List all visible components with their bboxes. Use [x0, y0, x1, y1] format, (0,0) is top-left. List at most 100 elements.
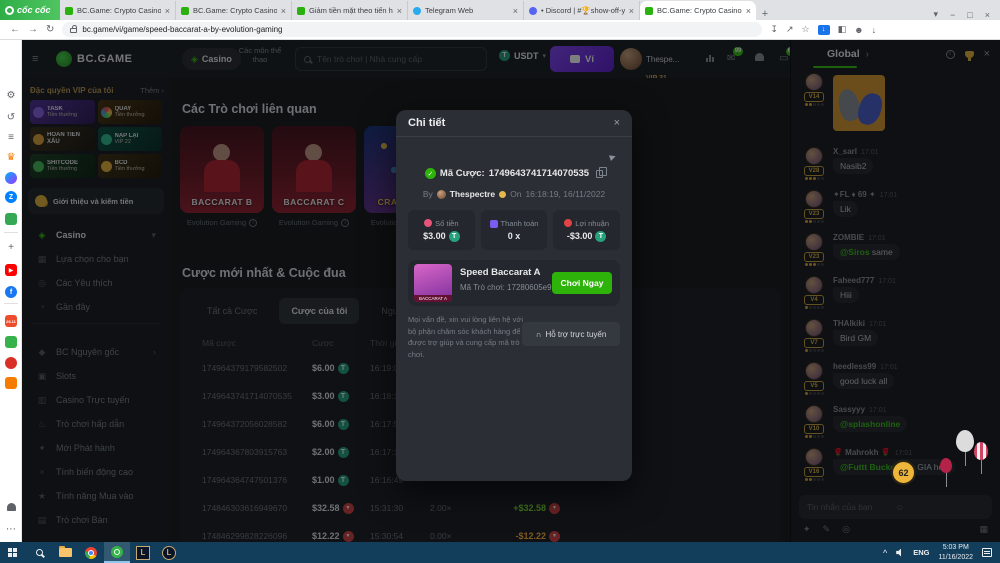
browser-toolbar: ← → ↻ bc.game/vi/game/speed-baccarat-a-b… [0, 20, 1000, 40]
stat-box-amount: Số tiền$3.00T [408, 210, 475, 250]
add-app-icon[interactable]: + [4, 240, 18, 254]
coccoc-crown-icon[interactable]: ♛ [4, 150, 18, 164]
youtube-icon[interactable]: ▶ [4, 263, 18, 277]
stat-box-payout: Thanh toán 0 x [481, 210, 548, 250]
games-icon[interactable] [4, 212, 18, 226]
download-active-icon[interactable]: ↓ [818, 25, 830, 35]
copy-bet-id-icon[interactable] [596, 170, 603, 178]
profit-icon [564, 219, 572, 227]
bookmark-star-icon[interactable]: ☆ [801, 24, 809, 35]
browser-tab[interactable]: BC.Game: Crypto Casino Gam × [176, 1, 292, 20]
bcgame-favicon-icon [65, 7, 73, 15]
browser-tabstrip: cốc cốc BC.Game: Crypto Casino Gam×BC.Ga… [0, 0, 1000, 20]
profile-icon[interactable]: ☻ [854, 25, 863, 35]
tab-title: Telegram Web [425, 6, 509, 15]
shopping-bag-icon[interactable] [4, 335, 18, 349]
tab-title: BC.Game: Crypto Casino Gam [193, 6, 277, 15]
tab-title: BC.Game: Crypto Casino Gam [77, 6, 161, 15]
settings-gear-icon[interactable]: ⚙ [4, 88, 18, 102]
zalo-icon[interactable]: Z [4, 190, 18, 204]
notification-bell-icon[interactable] [4, 500, 18, 514]
stat-value: 0 x [508, 231, 521, 241]
new-tab-button[interactable]: + [756, 8, 774, 20]
tab-close-icon[interactable]: × [513, 6, 518, 16]
maximize-icon[interactable]: □ [967, 10, 972, 20]
coccoc-logo-icon [5, 6, 14, 15]
stat-label: Thanh toán [501, 219, 539, 228]
live-support-button[interactable]: ∩ Hỗ trợ trực tuyến [522, 322, 620, 346]
reload-icon[interactable]: ↻ [46, 24, 54, 35]
game-id-label: Mã Trò chơi: [460, 283, 505, 292]
start-button[interactable] [0, 542, 26, 563]
tab-close-icon[interactable]: × [397, 6, 402, 16]
tab-close-icon[interactable]: × [629, 6, 634, 16]
browser-tab[interactable]: • Discord | #🏆show-off-you × [524, 1, 640, 20]
facebook-icon[interactable]: f [4, 285, 18, 299]
tab-title: BC.Game: Crypto Casino Gam [657, 6, 742, 15]
downloads-icon[interactable]: ↓ [872, 25, 877, 35]
player-avatar [437, 190, 446, 199]
browser-tab[interactable]: BC.Game: Crypto Casino Gam × [640, 1, 756, 20]
tab-close-icon[interactable]: × [746, 6, 751, 16]
coccoc-brand-label: cốc cốc [17, 5, 51, 15]
minimize-icon[interactable]: − [950, 10, 955, 20]
promo-hat-icon[interactable] [4, 356, 18, 370]
more-options-icon[interactable]: ⋯ [4, 522, 18, 536]
taskbar-search-icon[interactable] [26, 542, 52, 563]
balloon-decoration [974, 442, 988, 460]
action-center-icon[interactable] [982, 548, 992, 557]
tab-title: • Discord | #🏆show-off-you [541, 6, 625, 15]
bcgame-site: ≡ BC.GAME ◈Casino Các môn thể thao Tên t… [22, 40, 1000, 542]
close-window-icon[interactable]: × [985, 10, 990, 20]
modal-header: Chi tiết × [396, 110, 632, 137]
usdt-coin-icon: T [595, 231, 606, 242]
system-tray: ^ ENG 5:03 PM 11/16/2022 [883, 543, 1000, 561]
game-thumbnail: BACCARAT A [414, 264, 452, 302]
cart-icon[interactable] [4, 376, 18, 390]
chrome-icon[interactable] [78, 542, 104, 563]
speaker-icon[interactable] [896, 549, 904, 557]
play-now-button[interactable]: Chơi Ngay [552, 272, 612, 294]
windows-taskbar: L L ^ ENG 5:03 PM 11/16/2022 [0, 542, 1000, 563]
tab-close-icon[interactable]: × [165, 6, 170, 16]
stat-box-profit: Lợi nhuận-$3.00T [553, 210, 620, 250]
tray-expand-icon[interactable]: ^ [883, 548, 887, 558]
reading-list-icon[interactable]: ≡ [4, 130, 18, 144]
browser-tab[interactable]: BC.Game: Crypto Casino Gam × [60, 1, 176, 20]
lock-icon [70, 28, 77, 33]
tab-search-icon[interactable]: ▾ [934, 9, 939, 20]
modal-close-icon[interactable]: × [614, 117, 620, 129]
share-icon[interactable]: ↗ [786, 24, 794, 35]
support-note: Mọi vấn đề, xin vui lòng liên hệ với bộ … [408, 314, 528, 361]
tabs-container: BC.Game: Crypto Casino Gam×BC.Game: Cryp… [60, 1, 774, 20]
coccoc-taskbar-icon[interactable] [104, 542, 130, 563]
file-explorer-icon[interactable] [52, 542, 78, 563]
history-icon[interactable]: ↺ [4, 110, 18, 124]
stat-label: Lợi nhuận [575, 219, 609, 228]
tab-close-icon[interactable]: × [281, 6, 286, 16]
new-messages-bubble[interactable]: 62 [891, 460, 916, 485]
bet-stats-row: Số tiền$3.00T Thanh toán 0 x Lợi nhuận-$3.0… [408, 210, 620, 250]
messenger-icon[interactable] [4, 171, 18, 185]
browser-tab[interactable]: Giảm tiền mặt theo tiến hóa!× [292, 1, 408, 20]
stat-value: $3.00 [423, 231, 446, 241]
shopee-sale-icon[interactable]: 25.11 [4, 314, 18, 328]
bcgame-favicon-icon [181, 7, 189, 15]
medal-icon [499, 191, 506, 198]
share-bet-icon[interactable]: ► [607, 151, 620, 165]
by-label: By [423, 189, 433, 199]
extensions-icon[interactable]: ◧ [838, 24, 847, 35]
sidebar-divider [4, 303, 18, 304]
address-bar[interactable]: bc.game/vi/game/speed-baccarat-a-by-evol… [62, 22, 762, 37]
league-client-icon[interactable]: L [130, 542, 156, 563]
taskbar-clock[interactable]: 5:03 PM 11/16/2022 [938, 543, 973, 561]
language-indicator[interactable]: ENG [913, 548, 929, 557]
browser-tab[interactable]: Telegram Web × [408, 1, 524, 20]
clock-date: 11/16/2022 [938, 553, 973, 562]
save-page-icon[interactable]: ↧ [770, 24, 778, 35]
back-icon[interactable]: ← [10, 24, 20, 35]
league-game-icon[interactable]: L [156, 542, 182, 563]
forward-icon[interactable]: → [28, 24, 38, 35]
on-label: On [510, 189, 521, 199]
player-name[interactable]: Thespectre [450, 189, 495, 199]
